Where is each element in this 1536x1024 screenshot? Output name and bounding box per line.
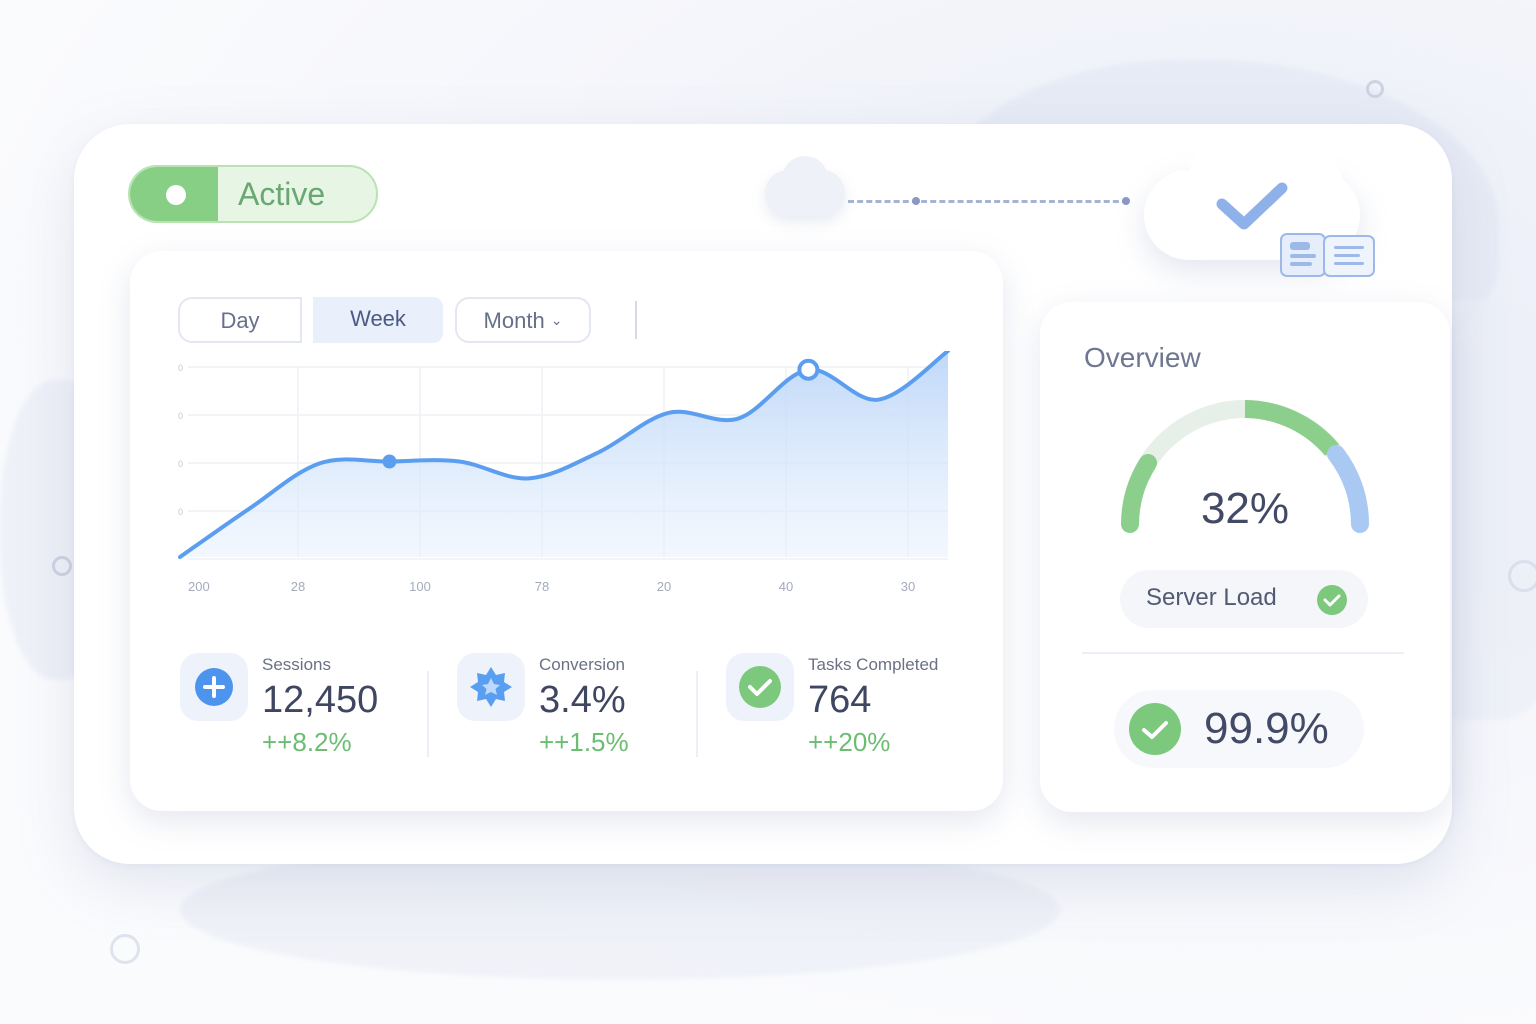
- uptime-status: 99.9%: [1114, 690, 1364, 768]
- chart-point[interactable]: [382, 454, 397, 469]
- x-tick-label: 30: [901, 579, 915, 594]
- overview-title: Overview: [1084, 342, 1201, 373]
- stat-value: 3.4%: [539, 679, 626, 721]
- y-tick-label: 0: [178, 363, 183, 373]
- gauge-value: 32%: [1200, 484, 1290, 533]
- document-icon: [1280, 233, 1375, 277]
- divider: [696, 671, 698, 757]
- x-tick-label: 20: [657, 579, 671, 594]
- toggle-knob: [166, 185, 186, 205]
- x-tick-label: 100: [409, 579, 431, 594]
- y-tick-label: 0: [178, 411, 183, 421]
- decor-ring: [52, 556, 72, 576]
- active-toggle[interactable]: Active: [128, 165, 378, 223]
- conversion-icon-box: [457, 653, 525, 721]
- server-load-status: Server Load: [1120, 570, 1368, 628]
- stat-label: Sessions: [262, 655, 331, 674]
- check-circle-icon: [1317, 585, 1347, 615]
- stat-delta: ++20%: [808, 727, 891, 757]
- sessions-icon-box: [180, 653, 248, 721]
- x-tick-label: 200: [188, 579, 210, 594]
- stat-label: Tasks Completed: [808, 655, 939, 674]
- connector-dot: [1122, 197, 1130, 205]
- analytics-panel: Day Week Month ⌄ 0 0 0 0 200 28 100 78 20 40 30 Se…: [130, 251, 1003, 811]
- sync-connector: [848, 200, 1128, 203]
- divider: [1082, 652, 1404, 654]
- stat-value: 764: [808, 679, 872, 721]
- star-badge-icon: [470, 667, 512, 707]
- chevron-down-icon: ⌄: [550, 312, 563, 328]
- gauge-segment-green: [1244, 400, 1339, 456]
- x-tick-label: 28: [291, 579, 305, 594]
- chart-area: [180, 351, 948, 557]
- text-cursor: [635, 301, 637, 339]
- check-circle-icon: [739, 666, 781, 708]
- y-tick-label: 0: [178, 507, 183, 517]
- stat-delta: ++1.5%: [539, 727, 629, 757]
- x-tick-label: 78: [535, 579, 549, 594]
- line-chart: 0 0 0 0 200 28 100 78 20 40 30: [178, 351, 950, 594]
- x-tick-label: 40: [779, 579, 793, 594]
- server-load-label: Server Load: [1146, 584, 1277, 611]
- tab-day[interactable]: Day: [178, 297, 302, 343]
- month-dropdown[interactable]: Month ⌄: [455, 297, 591, 343]
- decor-ring: [110, 934, 140, 964]
- decor-ring: [1508, 560, 1536, 592]
- connector-dot: [912, 197, 920, 205]
- stat-delta: ++8.2%: [262, 727, 352, 757]
- uptime-value: 99.9%: [1204, 704, 1329, 753]
- tasks-icon-box: [726, 653, 794, 721]
- decor-ring: [1366, 80, 1384, 98]
- tab-week[interactable]: Week: [313, 297, 443, 343]
- chart-point[interactable]: [797, 358, 820, 381]
- stat-value: 12,450: [262, 679, 379, 721]
- cloud-check-icon: [1216, 182, 1288, 230]
- small-cloud-icon: [765, 156, 845, 216]
- toggle-label: Active: [238, 176, 326, 212]
- y-tick-label: 0: [178, 459, 183, 469]
- month-dropdown-label: Month: [483, 308, 545, 333]
- plus-icon: [195, 668, 233, 706]
- divider: [427, 671, 429, 757]
- check-circle-icon: [1129, 703, 1181, 755]
- overview-panel: Overview 32% Server Load 99.9%: [1040, 302, 1450, 812]
- stat-label: Conversion: [539, 655, 625, 674]
